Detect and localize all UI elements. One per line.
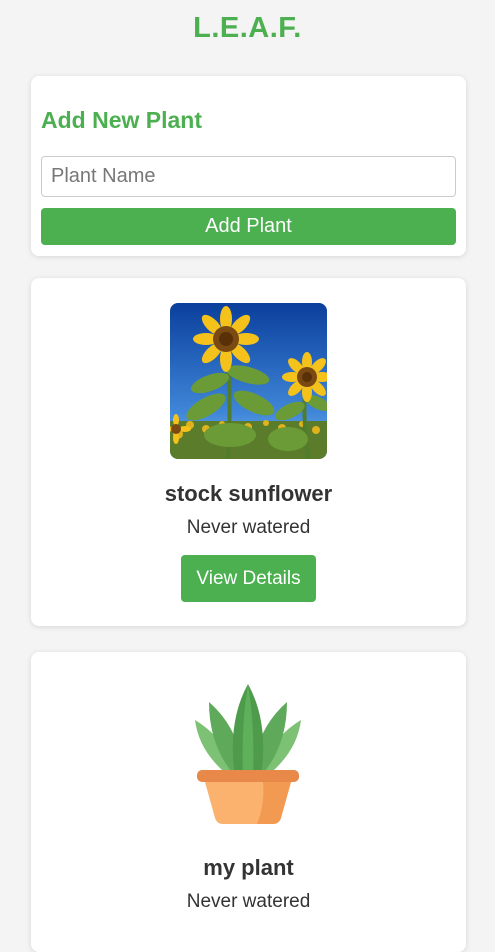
app-title: L.E.A.F. bbox=[193, 12, 302, 44]
plant-card: my plant Never watered bbox=[31, 652, 466, 952]
plant-name: my plant bbox=[203, 855, 294, 880]
add-plant-button[interactable]: Add Plant bbox=[41, 208, 456, 245]
potted-plant-icon bbox=[185, 682, 311, 827]
plant-card: stock sunflower Never watered View Detai… bbox=[31, 278, 466, 626]
add-plant-card: Add New Plant Add Plant bbox=[31, 76, 466, 256]
plant-name: stock sunflower bbox=[164, 481, 333, 506]
sunflower-photo bbox=[170, 303, 327, 459]
view-details-button[interactable]: View Details bbox=[181, 555, 316, 602]
plant-name-input[interactable] bbox=[41, 156, 456, 197]
add-plant-heading: Add New Plant bbox=[41, 107, 203, 133]
watering-status: Never watered bbox=[186, 517, 311, 538]
watering-status: Never watered bbox=[186, 891, 311, 912]
